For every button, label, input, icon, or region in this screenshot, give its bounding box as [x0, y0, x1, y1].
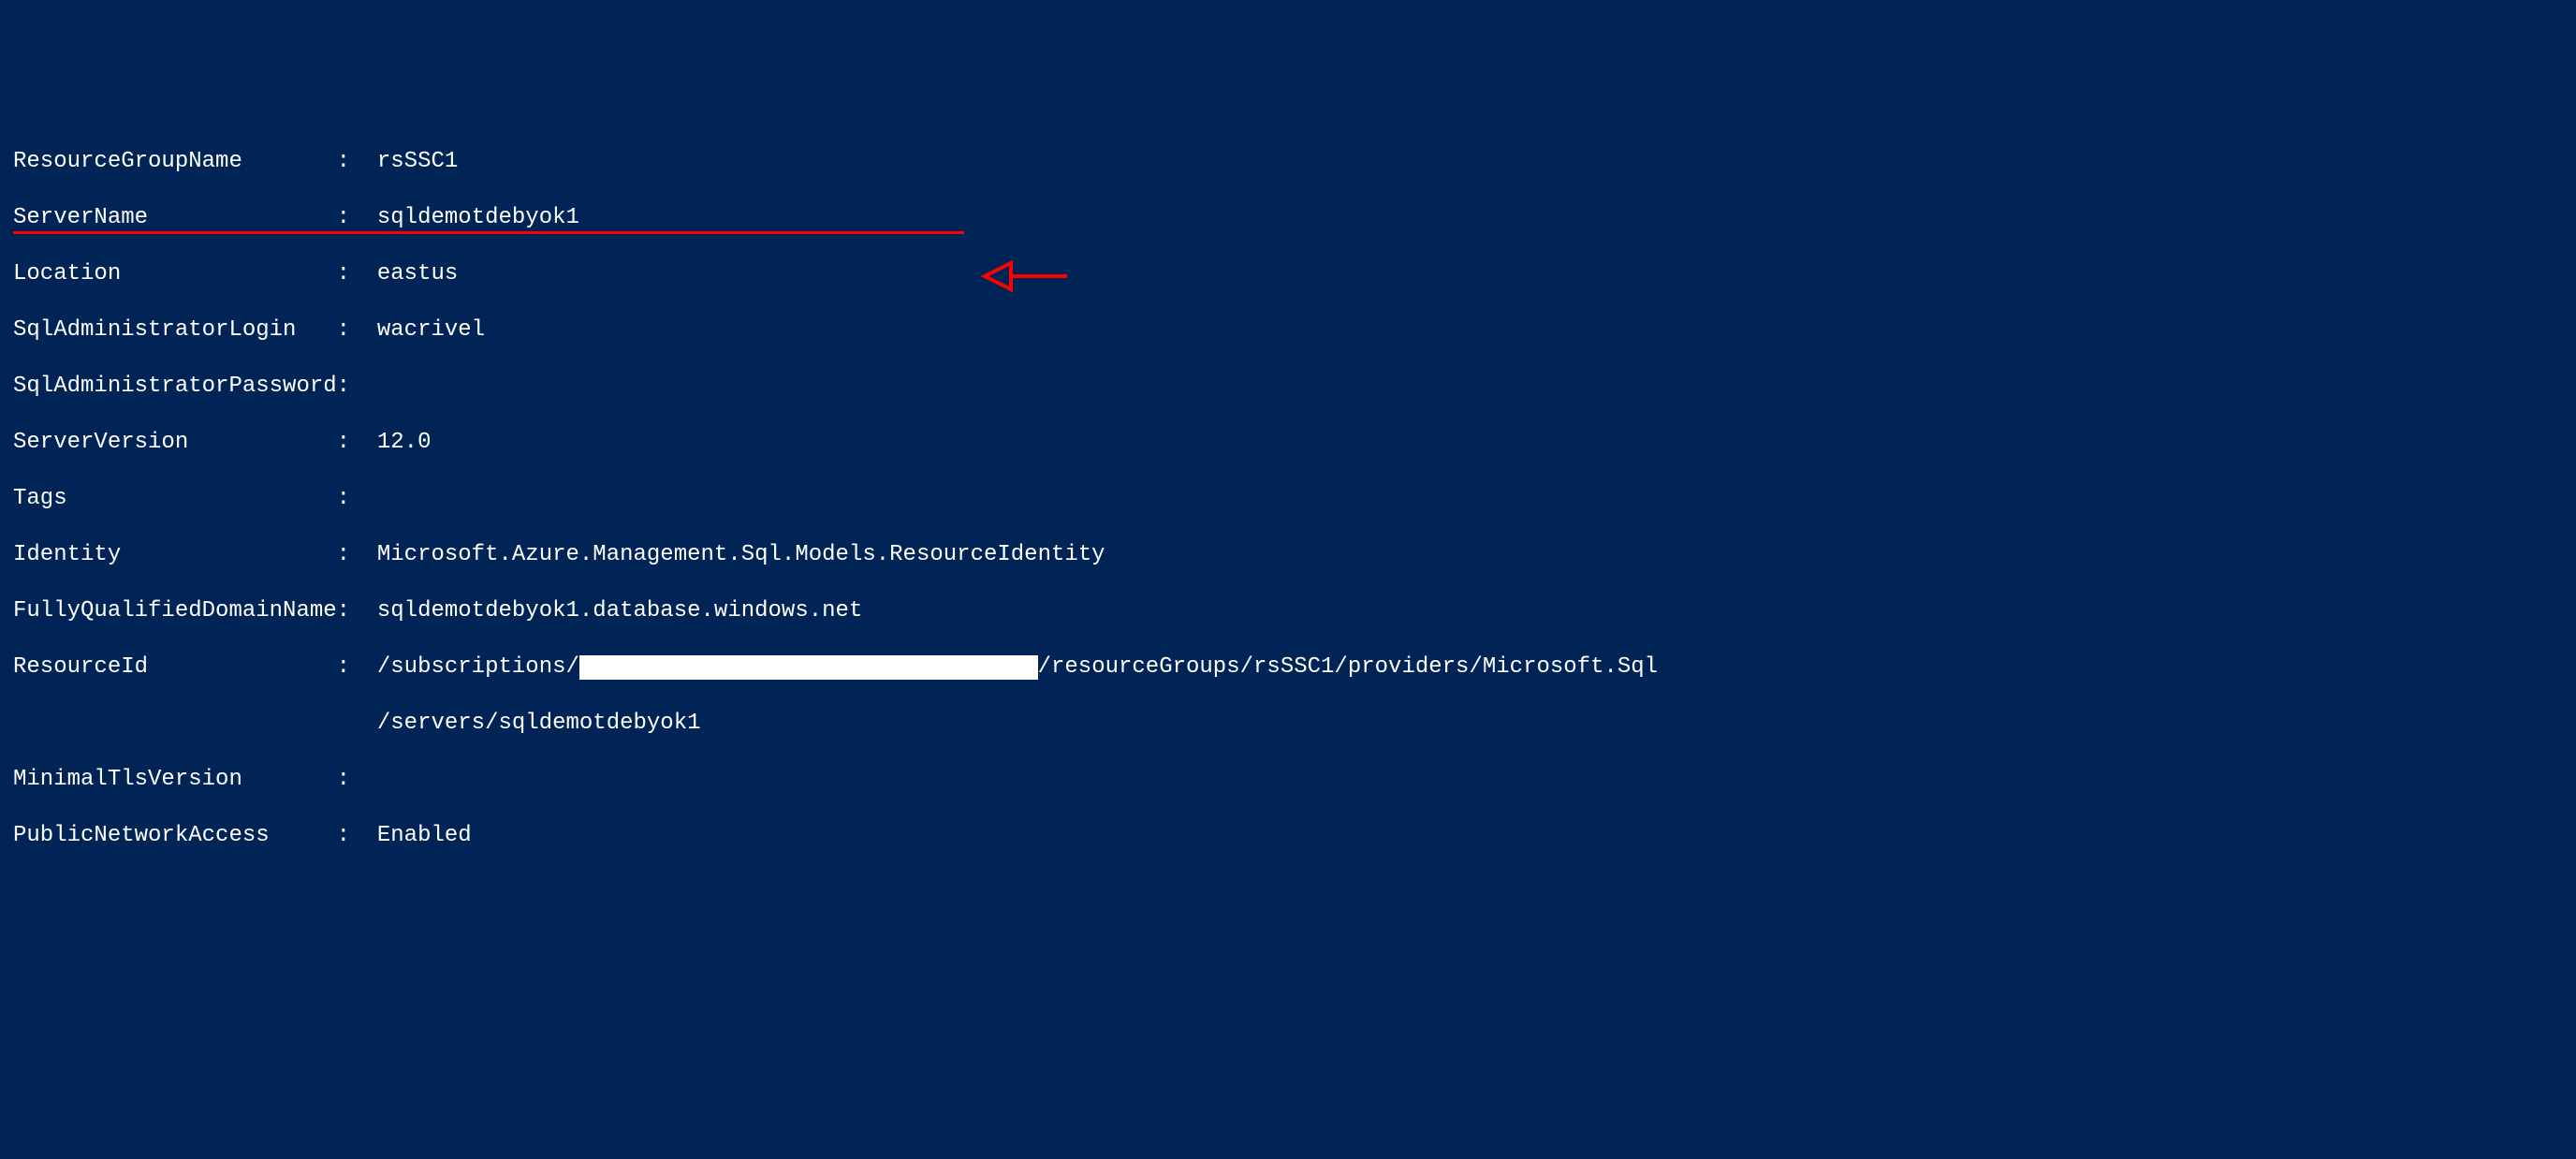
label: Identity: [13, 541, 337, 569]
annotation-underline: [13, 231, 964, 234]
separator: :: [337, 653, 364, 682]
value: sqldemotdebyok1.database.windows.net: [377, 598, 862, 624]
row-publicnetworkaccess: PublicNetworkAccess: Enabled: [13, 822, 2563, 850]
row-location: Location: eastus: [13, 260, 2563, 288]
value: Enabled: [377, 823, 472, 848]
value: rsSSC1: [377, 149, 458, 174]
row-sqladminpassword: SqlAdministratorPassword:: [13, 373, 2563, 401]
value: wacrivel: [377, 317, 485, 343]
row-sqladminlogin: SqlAdministratorLogin: wacrivel: [13, 316, 2563, 345]
separator: :: [337, 204, 364, 232]
separator: :: [337, 541, 364, 569]
value: Microsoft.Azure.Management.Sql.Models.Re…: [377, 542, 1105, 567]
separator: :: [337, 373, 364, 401]
row-fqdn: FullyQualifiedDomainName: sqldemotdebyok…: [13, 597, 2563, 625]
redacted-subscription-id: [579, 655, 1038, 680]
label: ServerName: [13, 204, 337, 232]
row-serverversion: ServerVersion: 12.0: [13, 429, 2563, 457]
row-resourceid-cont: /servers/sqldemotdebyok1: [13, 710, 2563, 738]
row-servername: ServerName: sqldemotdebyok1: [13, 204, 2563, 232]
row-resourcegroupname: ResourceGroupName: rsSSC1: [13, 148, 2563, 176]
value: sqldemotdebyok1: [377, 205, 579, 230]
label: FullyQualifiedDomainName: [13, 597, 337, 625]
row-resourceid: ResourceId: /subscriptions/ /resourceGrou…: [13, 653, 2563, 682]
label: SqlAdministratorPassword: [13, 373, 337, 401]
annotation-arrow-icon: [981, 201, 1071, 323]
value-line2: /servers/sqldemotdebyok1: [377, 711, 701, 736]
label: Tags: [13, 485, 337, 513]
label: PublicNetworkAccess: [13, 822, 337, 850]
separator: :: [337, 260, 364, 288]
label: ServerVersion: [13, 429, 337, 457]
label: MinimalTlsVersion: [13, 766, 337, 794]
label: ResourceGroupName: [13, 148, 337, 176]
row-identity: Identity: Microsoft.Azure.Management.Sql…: [13, 541, 2563, 569]
label-blank: [13, 710, 337, 738]
value: eastus: [377, 261, 458, 286]
separator: :: [337, 316, 364, 345]
value-suffix: /resourceGroups/rsSSC1/providers/Microso…: [1038, 654, 1659, 680]
row-tags: Tags:: [13, 485, 2563, 513]
separator: :: [337, 148, 364, 176]
separator: :: [337, 766, 364, 794]
separator: :: [337, 822, 364, 850]
separator: :: [337, 485, 364, 513]
row-minimaltls: MinimalTlsVersion:: [13, 766, 2563, 794]
separator-blank: [337, 710, 364, 738]
label: ResourceId: [13, 653, 337, 682]
value-prefix: /subscriptions/: [377, 654, 579, 680]
value: 12.0: [377, 430, 432, 455]
label: Location: [13, 260, 337, 288]
label: SqlAdministratorLogin: [13, 316, 337, 345]
separator: :: [337, 597, 364, 625]
separator: :: [337, 429, 364, 457]
